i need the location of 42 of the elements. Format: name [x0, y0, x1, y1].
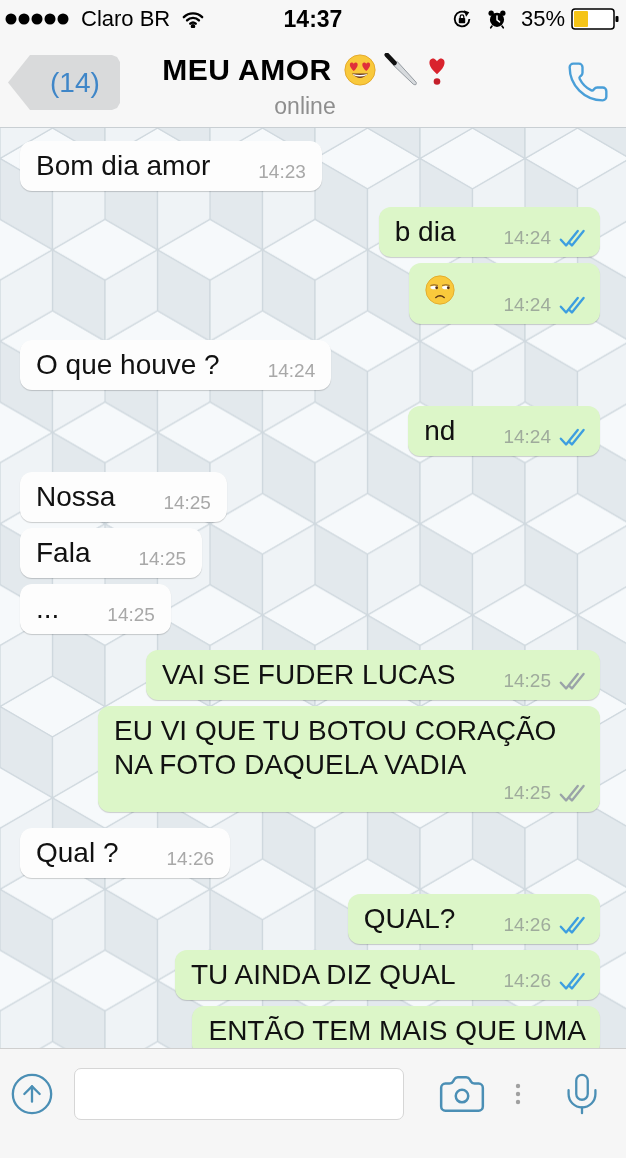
message-text: Bom dia amor [36, 149, 211, 183]
message-text: Fala [36, 536, 91, 570]
message-text: VAI SE FUDER LUCAS [161, 658, 456, 692]
message-input-field[interactable] [74, 1068, 404, 1120]
message-text: nd [424, 414, 456, 448]
message-text: b dia [394, 215, 456, 249]
battery-icon [571, 8, 619, 30]
message-text: QUAL? [363, 902, 456, 936]
message-time: 14:24 [267, 360, 316, 382]
signal-dots-icon [5, 13, 71, 25]
clock-time: 14:37 [283, 6, 343, 32]
message-time: 14:26 [166, 848, 215, 870]
alarm-clock-icon [486, 9, 507, 29]
message-time: 14:24 [503, 227, 551, 249]
message-text: Nossa [36, 480, 116, 514]
message-time: 14:26 [503, 914, 551, 936]
message-text: TU AINDA DIZ QUAL [190, 958, 456, 992]
message-time: 14:25 [138, 548, 186, 570]
heart-eyes-face-icon [343, 54, 376, 86]
vertical-dots-icon[interactable] [515, 1082, 521, 1106]
message-time: 14:25 [503, 782, 551, 804]
battery-percent: 35% [520, 6, 565, 32]
wifi-icon [182, 10, 205, 28]
message-text: EU VI QUE TU BOTOU CORAÇÃO NA FOTO DAQUELA VADIA [114, 714, 558, 782]
message-text: ... [36, 592, 60, 626]
knife-icon [383, 53, 418, 87]
contact-name: MEU AMOR [162, 52, 332, 88]
message-time: 14:25 [503, 670, 551, 692]
contact-status: online [274, 92, 336, 120]
message-time: 14:23 [258, 161, 306, 183]
back-button[interactable]: (14) [8, 55, 120, 110]
message-time: 14:25 [107, 604, 155, 626]
message-time: 14:26 [503, 970, 551, 992]
message-text: Qual ? [36, 836, 119, 870]
message-time: 14:25 [163, 492, 211, 514]
carrier-name: Claro BR [81, 6, 171, 32]
message-time: 14:24 [503, 426, 551, 448]
message-time: 14:24 [503, 294, 551, 316]
unamused-face-icon [425, 275, 456, 305]
phone-icon[interactable] [566, 60, 610, 104]
message-text: O que houve ? [36, 348, 220, 382]
message-text: ENTÃO TEM MAIS QUE UMA [208, 1014, 586, 1048]
